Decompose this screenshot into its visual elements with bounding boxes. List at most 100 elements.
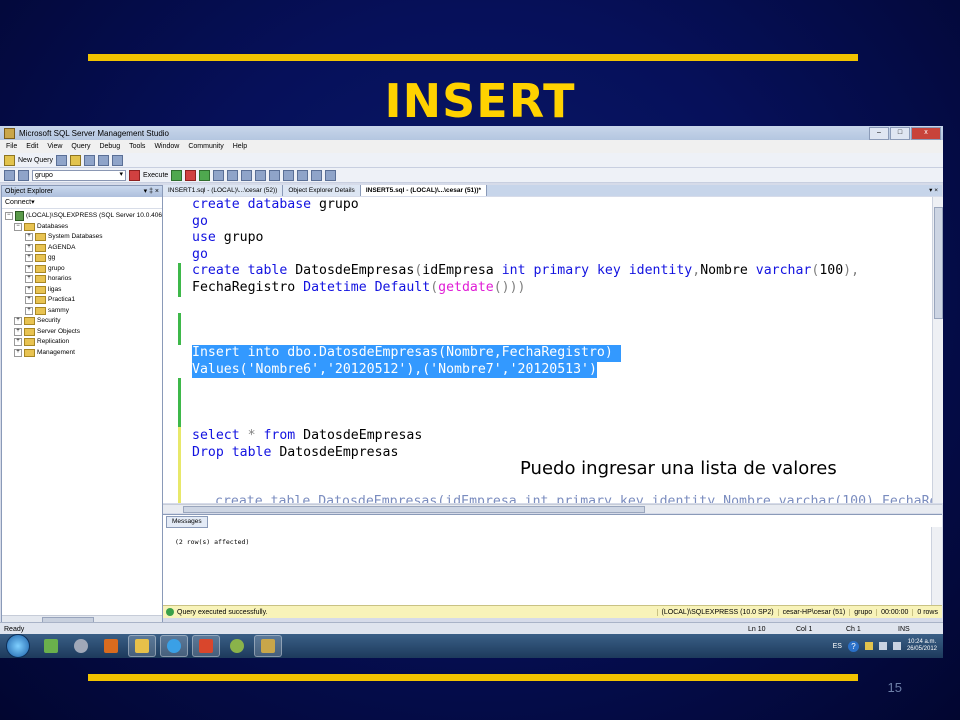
results-pane: Messages (2 row(s) affected) <box>163 514 942 605</box>
taskbar-ssms-icon[interactable] <box>254 635 282 657</box>
code-line: create table DatosdeEmpresas(idEmpresa i… <box>192 263 860 278</box>
window-titlebar: Microsoft SQL Server Management Studio –… <box>0 126 943 140</box>
network-icon[interactable] <box>878 642 887 650</box>
debug-icon[interactable] <box>171 169 183 181</box>
clock[interactable]: 10:24 a.m. 26/05/2012 <box>907 639 937 653</box>
uncomment-icon[interactable] <box>297 169 309 181</box>
taskbar-explorer-icon[interactable] <box>128 635 156 657</box>
ssms-app-icon <box>4 127 15 139</box>
connect-button[interactable]: Connect▾ <box>5 199 35 206</box>
taskbar-app-icon[interactable] <box>68 636 94 656</box>
tree-item[interactable]: + Replication <box>5 337 162 348</box>
menu-file[interactable]: File <box>6 143 17 150</box>
tab-object-explorer-details[interactable]: Object Explorer Details <box>283 185 361 196</box>
folder-icon <box>24 348 35 357</box>
outdent-icon[interactable] <box>325 169 337 181</box>
new-query-icon[interactable] <box>4 154 15 166</box>
tree-item[interactable]: + horarios <box>5 274 162 285</box>
menu-query[interactable]: Query <box>71 143 90 150</box>
query-options-icon[interactable] <box>227 169 239 181</box>
tab-insert1[interactable]: INSERT1.sql - (LOCAL)\...\cesar (52)) <box>163 185 284 196</box>
minimize-button[interactable]: – <box>869 126 889 140</box>
database-icon <box>35 296 46 305</box>
menu-edit[interactable]: Edit <box>26 143 38 150</box>
code-line: use grupo <box>192 230 264 245</box>
menu-help[interactable]: Help <box>233 143 247 150</box>
menu-window[interactable]: Window <box>154 143 179 150</box>
success-icon <box>166 608 174 616</box>
tree-item[interactable]: + ligas <box>5 285 162 296</box>
folder-icon <box>24 327 35 336</box>
start-button-icon[interactable] <box>6 634 30 658</box>
indent-icon[interactable] <box>311 169 323 181</box>
tree-item[interactable]: + AGENDA <box>5 243 162 254</box>
open-folder-icon[interactable] <box>70 154 82 166</box>
display-plan-icon[interactable] <box>213 169 225 181</box>
taskbar-ie-icon[interactable] <box>160 635 188 657</box>
menu-tools[interactable]: Tools <box>129 143 145 150</box>
tree-item[interactable]: + Security <box>5 316 162 327</box>
code-line: FechaRegistro Datetime Default(getdate()… <box>192 279 526 295</box>
results-vscroll[interactable] <box>931 527 942 605</box>
tree-item[interactable]: + Management <box>5 348 162 359</box>
object-explorer-header: Object Explorer ▾ ‡ × <box>2 186 162 197</box>
save-icon[interactable] <box>84 154 96 166</box>
save-all-icon[interactable] <box>98 154 110 166</box>
results-to-text-icon[interactable] <box>241 169 253 181</box>
tree-item[interactable]: + sammy <box>5 306 162 317</box>
menu-view[interactable]: View <box>47 143 62 150</box>
tree-item[interactable]: + Server Objects <box>5 327 162 338</box>
tree-item[interactable]: + grupo <box>5 264 162 275</box>
taskbar-app-icon[interactable] <box>98 636 124 656</box>
database-icon <box>35 275 46 284</box>
new-query-button[interactable]: New Query <box>18 157 53 164</box>
stop-icon[interactable] <box>185 169 197 181</box>
database-icon <box>35 306 46 315</box>
open-file-icon[interactable] <box>56 154 68 166</box>
connect-icon[interactable] <box>4 169 15 181</box>
results-to-file-icon[interactable] <box>269 169 281 181</box>
menu-debug[interactable]: Debug <box>99 143 120 150</box>
tab-insert5[interactable]: INSERT5.sql - (LOCAL)\...\cesar (51))* <box>360 185 488 196</box>
execute-button[interactable]: Execute <box>143 172 168 179</box>
tree-databases[interactable]: − Databases <box>5 222 162 233</box>
clock-time: 10:24 a.m. <box>907 639 937 645</box>
activity-monitor-icon[interactable] <box>112 154 124 166</box>
database-select[interactable]: grupo <box>32 169 126 181</box>
maximize-button[interactable]: □ <box>890 126 910 140</box>
language-indicator[interactable]: ES <box>833 643 842 650</box>
parse-icon[interactable] <box>199 169 211 181</box>
clock-date: 26/05/2012 <box>906 646 937 652</box>
status-ready: Ready <box>4 625 25 633</box>
comment-icon[interactable] <box>283 169 295 181</box>
tree-item[interactable]: + System Databases <box>5 232 162 243</box>
object-tree: − (LOCAL)\SQLEXPRESS (SQL Server 10.0.406… <box>2 209 162 358</box>
server-icon <box>14 211 25 222</box>
help-icon[interactable]: ? <box>847 640 859 652</box>
object-explorer-title: Object Explorer <box>5 188 54 195</box>
editor-vscroll[interactable] <box>932 197 943 503</box>
taskbar-powerpoint-icon[interactable] <box>192 635 220 657</box>
menu-community[interactable]: Community <box>188 143 223 150</box>
taskbar-app-icon[interactable] <box>38 636 64 656</box>
close-tab-icon[interactable]: ▾ × <box>929 185 942 196</box>
slide-title: INSERT <box>384 74 576 128</box>
close-button[interactable]: x <box>911 126 941 140</box>
taskbar-app-icon[interactable] <box>224 636 250 656</box>
volume-icon[interactable] <box>892 642 901 650</box>
editor-hscroll[interactable] <box>163 504 942 513</box>
tree-item[interactable]: + Practica1 <box>5 295 162 306</box>
change-marker <box>178 378 181 428</box>
tree-item[interactable]: + gg <box>5 253 162 264</box>
pane-pin-icon[interactable]: ▾ ‡ × <box>144 186 159 197</box>
execute-icon[interactable] <box>129 169 140 181</box>
change-connection-icon[interactable] <box>18 169 29 181</box>
tree-server[interactable]: − (LOCAL)\SQLEXPRESS (SQL Server 10.0.406 <box>5 211 162 222</box>
flag-icon[interactable] <box>864 642 873 650</box>
results-to-grid-icon[interactable] <box>255 169 267 181</box>
code-line: Drop table DatosdeEmpresas <box>192 444 399 460</box>
tab-messages[interactable]: Messages <box>166 516 208 528</box>
code-line-partial: create table DatosdeEmpresas(idEmpresa i… <box>215 494 932 503</box>
menu-bar: File Edit View Query Debug Tools Window … <box>0 140 943 153</box>
query-status-message: Query executed successfully. <box>177 608 268 616</box>
